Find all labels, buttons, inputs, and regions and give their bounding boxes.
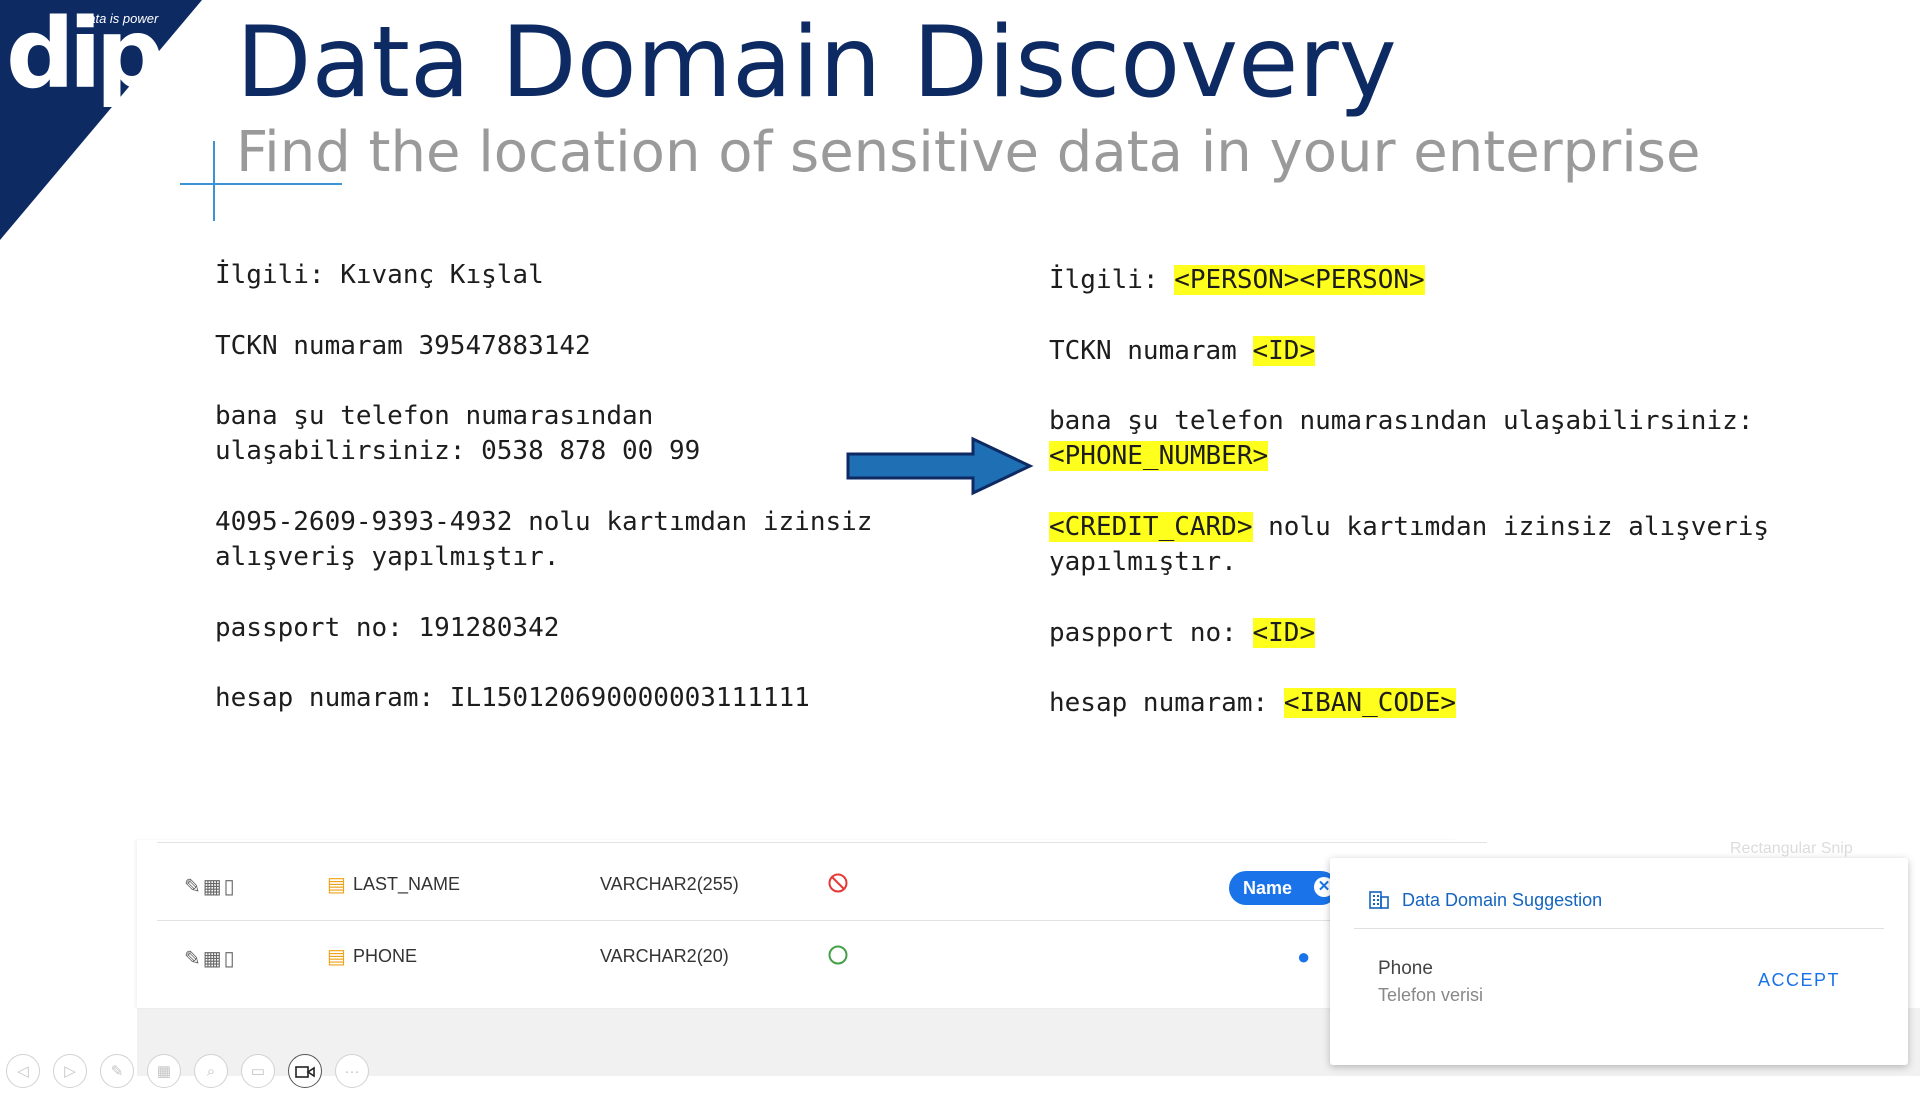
pencil-icon[interactable]: ✎ [184,876,203,898]
decorative-crosshair-horizontal [180,183,342,185]
field-icon: ▤ [327,946,346,968]
slides-grid-icon[interactable]: ▦ [147,1054,181,1088]
masked-text: nolu kartımdan izinsiz alışveriş [1252,512,1770,542]
masked-line: <PHONE_NUMBER> [1049,439,1269,474]
suggestion-description: Telefon verisi [1378,985,1484,1005]
previous-slide-icon[interactable]: ◁ [6,1054,40,1088]
suggestion-name: Phone [1378,958,1433,979]
domain-icon [1368,888,1390,915]
masked-line: paspport no: <ID> [1049,616,1316,651]
original-line: bana şu telefon numarasından [215,401,654,431]
subtitles-icon[interactable]: ▭ [241,1054,275,1088]
original-line: hesap numaram: IL150120690000003111111 [215,683,810,713]
next-slide-icon[interactable]: ▷ [53,1054,87,1088]
entity-tag: <ID> [1252,618,1316,648]
accept-button[interactable]: ACCEPT [1758,970,1840,991]
columns-table: ✎▦▯ ▤ LAST_NAME VARCHAR2(255) Name ✕ ✎▦▯… [137,840,1487,1008]
blocked-icon[interactable] [827,872,849,899]
building-icon[interactable]: ▦ [203,948,224,970]
original-line: alışveriş yapılmıştır. [215,542,560,572]
row-actions: ✎▦▯ [184,874,237,899]
masked-text-block: İlgili: <PERSON><PERSON> TCKN numaram <I… [1049,263,1769,718]
table-row[interactable]: ✎▦▯ ▤ PHONE VARCHAR2(20) ● [137,922,1457,992]
original-line: İlgili: Kıvanç Kışlal [215,260,544,290]
book-icon[interactable]: ▯ [224,948,237,970]
entity-tag: <ID> [1252,336,1316,366]
page-subtitle: Find the location of sensitive data in y… [236,120,1701,185]
domain-suggestion-popup: Data Domain Suggestion Phone Telefon ver… [1330,858,1908,1065]
masked-line: yapılmıştır. [1049,547,1237,577]
masked-text: TCKN numaram [1049,336,1253,366]
popup-heading: Data Domain Suggestion [1402,890,1603,910]
masked-line: İlgili: <PERSON><PERSON> [1049,263,1425,298]
masked-line: bana şu telefon numarasından ulaşabilirs… [1049,406,1754,436]
entity-tag: <CREDIT_CARD> [1049,512,1253,542]
divider [157,920,1487,921]
table-row[interactable]: ✎▦▯ ▤ LAST_NAME VARCHAR2(255) Name ✕ [137,850,1457,920]
entity-tag: <PERSON><PERSON> [1174,265,1425,295]
faded-label: Rectangular Snip [1730,840,1853,857]
more-options-icon[interactable]: ··· [335,1054,369,1088]
decorative-crosshair-vertical [213,141,215,221]
masked-line: TCKN numaram <ID> [1049,334,1316,369]
pencil-icon[interactable]: ✎ [184,948,203,970]
row-actions: ✎▦▯ [184,946,237,971]
domain-chip-label: Name [1243,878,1293,898]
logo-corner: dip data is power [0,0,210,240]
page-title: Data Domain Discovery [236,6,1397,120]
masked-line: <CREDIT_CARD> nolu kartımdan izinsiz alı… [1049,510,1769,545]
ok-circle-icon[interactable] [827,944,849,971]
column-name: PHONE [353,946,418,966]
lightbulb-icon[interactable]: ● [1297,944,1310,970]
masked-text: paspport no: [1049,618,1253,648]
masked-line: hesap numaram: <IBAN_CODE> [1049,686,1456,721]
domain-chip[interactable]: Name ✕ [1229,871,1339,905]
original-line: TCKN numaram 39547883142 [215,331,591,361]
divider [1354,928,1884,929]
camera-icon[interactable] [288,1054,322,1088]
transform-arrow-icon [845,436,1035,501]
divider [157,842,1487,843]
logo-tagline: data is power [81,11,159,26]
original-line: 4095-2609-9393-4932 nolu kartımdan izins… [215,507,873,537]
building-icon[interactable]: ▦ [203,876,224,898]
zoom-icon[interactable]: ⌕ [194,1054,228,1088]
column-type: VARCHAR2(255) [600,874,739,894]
pen-icon[interactable]: ✎ [100,1054,134,1088]
masked-text: hesap numaram: [1049,688,1284,718]
entity-tag: <IBAN_CODE> [1283,688,1456,718]
masked-text: İlgili: [1049,265,1175,295]
original-text-block: İlgili: Kıvanç Kışlal TCKN numaram 39547… [215,258,872,713]
field-icon: ▤ [327,874,346,896]
original-line: ulaşabilirsiniz: 0538 878 00 99 [215,436,701,466]
book-icon[interactable]: ▯ [224,876,237,898]
column-type: VARCHAR2(20) [600,946,729,966]
entity-tag: <PHONE_NUMBER> [1049,441,1269,471]
column-name: LAST_NAME [353,874,461,894]
original-line: passport no: 191280342 [215,613,560,643]
